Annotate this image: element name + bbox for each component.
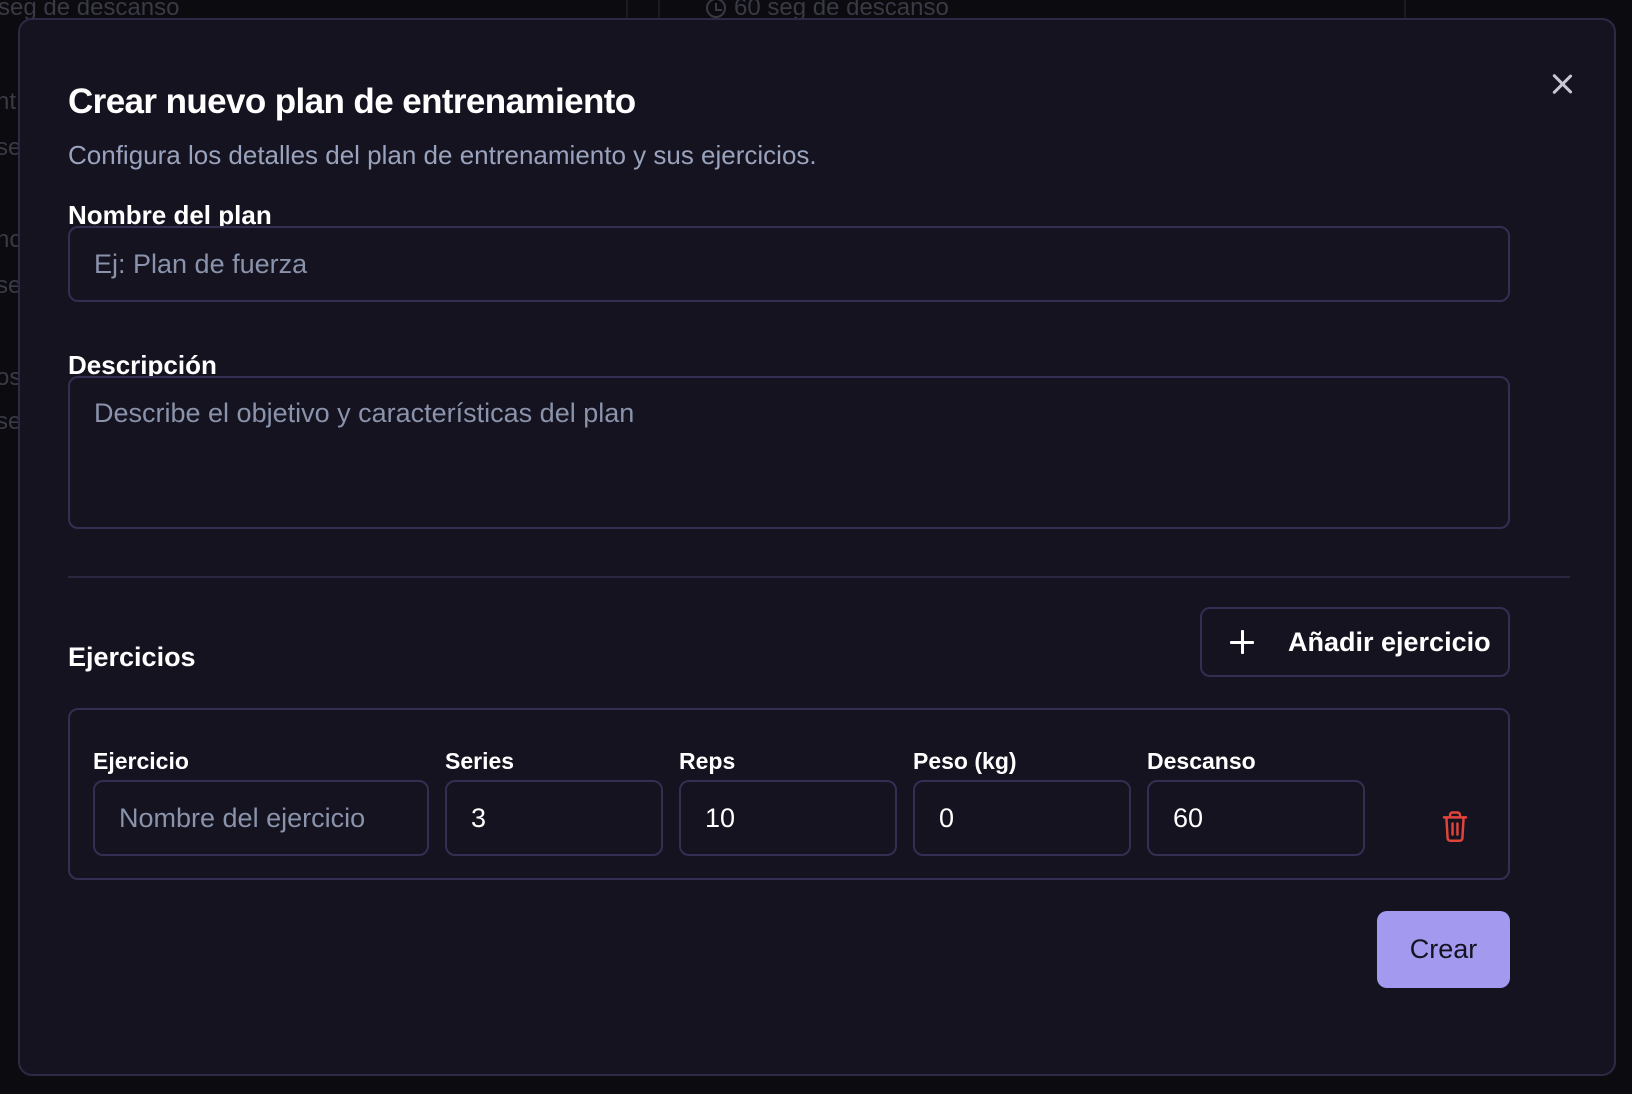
series-label: Series [445, 748, 515, 774]
add-exercise-button[interactable]: Añadir ejercicio [1200, 607, 1510, 677]
dialog-subtitle: Configura los detalles del plan de entre… [68, 140, 817, 170]
reps-input[interactable] [679, 780, 897, 856]
weight-input[interactable] [913, 780, 1131, 856]
rest-label: Descanso [1147, 748, 1256, 774]
close-icon[interactable] [1548, 70, 1576, 98]
rest-input[interactable] [1147, 780, 1365, 856]
plus-icon [1230, 630, 1254, 654]
clock-icon [706, 0, 726, 18]
exercises-heading: Ejercicios [68, 642, 196, 672]
add-exercise-label: Añadir ejercicio [1288, 626, 1491, 657]
background-divider [1404, 0, 1406, 18]
background-divider [626, 0, 628, 18]
background-fragment: nt [0, 88, 17, 115]
trash-icon[interactable] [1440, 810, 1470, 842]
reps-label: Reps [679, 748, 736, 774]
create-button[interactable]: Crear [1377, 911, 1510, 988]
series-input[interactable] [445, 780, 663, 856]
create-plan-dialog: Crear nuevo plan de entrenamiento Config… [18, 18, 1616, 1076]
plan-name-input[interactable] [68, 226, 1510, 302]
exercise-row: Ejercicio Series Reps Peso (kg) Descanso [68, 708, 1510, 880]
section-divider [68, 576, 1570, 578]
background-divider [658, 0, 660, 18]
dialog-title: Crear nuevo plan de entrenamiento [68, 82, 636, 121]
exercise-name-label: Ejercicio [93, 748, 189, 774]
weight-label: Peso (kg) [913, 748, 1017, 774]
description-textarea[interactable] [68, 376, 1510, 529]
exercise-name-input[interactable] [93, 780, 429, 856]
